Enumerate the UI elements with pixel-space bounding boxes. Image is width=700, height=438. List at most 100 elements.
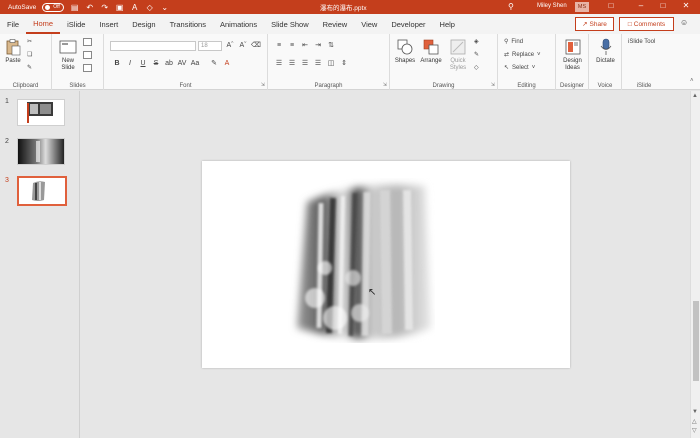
- tab-islide[interactable]: iSlide: [60, 14, 92, 34]
- ribbon-display-icon[interactable]: □: [604, 1, 618, 10]
- tab-developer[interactable]: Developer: [384, 14, 432, 34]
- paragraph-dialog-launcher-icon[interactable]: ⇲: [383, 82, 387, 88]
- maximize-icon[interactable]: □: [656, 1, 670, 10]
- increase-indent-icon[interactable]: ⇥: [313, 41, 323, 49]
- decrease-font-icon[interactable]: Aˇ: [238, 42, 248, 49]
- feedback-icon[interactable]: ☺: [680, 18, 688, 27]
- collapse-ribbon-icon[interactable]: ˄: [690, 78, 694, 84]
- waterfall-image[interactable]: [285, 178, 435, 343]
- scrollbar-thumb[interactable]: [693, 301, 699, 381]
- shadow-button[interactable]: ab: [164, 60, 174, 67]
- underline-button[interactable]: U: [138, 60, 148, 67]
- shape-effects-button[interactable]: ◇: [474, 64, 479, 71]
- text-direction-icon[interactable]: ⇕: [339, 59, 349, 67]
- redo-icon[interactable]: ↷: [100, 3, 109, 12]
- previous-slide-icon[interactable]: △: [692, 418, 697, 425]
- scroll-up-icon[interactable]: ▲: [692, 93, 698, 99]
- tab-help[interactable]: Help: [433, 14, 462, 34]
- font-name-combo[interactable]: [110, 41, 196, 51]
- drawing-dialog-launcher-icon[interactable]: ⇲: [491, 82, 495, 88]
- line-spacing-icon[interactable]: ⇅: [326, 41, 336, 49]
- tab-transitions[interactable]: Transitions: [163, 14, 213, 34]
- shape-fill-button[interactable]: ◈: [474, 38, 479, 45]
- drawing-group: Shapes Arrange Quick Styles ◈ ✎ ◇ Drawin…: [390, 34, 498, 90]
- find-button[interactable]: ⚲ Find: [504, 38, 523, 46]
- replace-button[interactable]: ⇄ Replace ˅: [504, 51, 541, 59]
- scroll-down-icon[interactable]: ▼: [692, 409, 698, 415]
- slide-thumbnail-1[interactable]: [17, 99, 65, 126]
- minimize-icon[interactable]: –: [634, 1, 648, 10]
- italic-button[interactable]: I: [125, 60, 135, 67]
- paste-button[interactable]: Paste: [3, 38, 23, 65]
- tab-home[interactable]: Home: [26, 14, 61, 34]
- user-name[interactable]: Miley Shen: [537, 3, 567, 9]
- close-icon[interactable]: ✕: [679, 1, 693, 10]
- justify-icon[interactable]: ☰: [313, 59, 323, 67]
- tab-review[interactable]: Review: [316, 14, 355, 34]
- save-icon[interactable]: ▤: [70, 3, 79, 12]
- tab-insert[interactable]: Insert: [92, 14, 125, 34]
- vertical-scrollbar[interactable]: ▲ ▼ △ ▽: [690, 91, 700, 438]
- change-case-button[interactable]: Aa: [190, 60, 200, 67]
- decrease-indent-icon[interactable]: ⇤: [300, 41, 310, 49]
- numbering-icon[interactable]: ≡: [287, 42, 297, 49]
- select-button[interactable]: ↖ Select ˅: [504, 64, 536, 72]
- format-painter-button[interactable]: ✎: [27, 64, 32, 71]
- section-button[interactable]: [83, 64, 92, 72]
- effects-icon: ◇: [474, 65, 479, 71]
- reset-button[interactable]: [83, 51, 92, 59]
- layout-button[interactable]: [83, 38, 92, 46]
- columns-icon[interactable]: ◫: [326, 59, 336, 67]
- find-icon: ⚲: [504, 39, 509, 45]
- align-left-icon[interactable]: ☰: [274, 59, 284, 67]
- comments-button[interactable]: □ Comments: [619, 17, 674, 31]
- present-icon[interactable]: ▣: [115, 3, 124, 12]
- fill-icon: ◈: [474, 39, 479, 45]
- tab-file[interactable]: File: [0, 14, 26, 34]
- quick-styles-button[interactable]: Quick Styles: [445, 38, 471, 72]
- align-right-icon[interactable]: ☰: [300, 59, 310, 67]
- new-slide-button[interactable]: New Slide: [56, 38, 80, 72]
- font-size-combo[interactable]: 18: [198, 41, 222, 51]
- paste-label: Paste: [5, 58, 21, 64]
- highlight-icon[interactable]: ✎: [209, 59, 219, 67]
- dictate-button[interactable]: Dictate: [592, 38, 619, 65]
- cut-button[interactable]: ✂: [27, 38, 32, 45]
- copy-button[interactable]: ❏: [27, 51, 32, 58]
- clear-format-icon[interactable]: ⌫: [251, 41, 261, 49]
- font-dialog-launcher-icon[interactable]: ⇲: [261, 82, 265, 88]
- increase-font-icon[interactable]: Aˆ: [225, 42, 235, 49]
- search-icon[interactable]: ⚲: [508, 2, 514, 11]
- outline-icon: ✎: [474, 52, 480, 58]
- font-color-button[interactable]: A: [222, 60, 232, 67]
- slide-thumbnail-2[interactable]: [17, 138, 65, 165]
- select-label: Select: [512, 64, 529, 71]
- bullets-icon[interactable]: ≡: [274, 42, 284, 49]
- tab-design[interactable]: Design: [125, 14, 162, 34]
- avatar[interactable]: MS: [575, 2, 589, 12]
- arrange-button[interactable]: Arrange: [418, 38, 444, 65]
- font-color-icon[interactable]: A: [130, 3, 139, 12]
- align-center-icon[interactable]: ☰: [287, 59, 297, 67]
- design-ideas-button[interactable]: Design Ideas: [559, 38, 586, 72]
- bold-button[interactable]: B: [112, 60, 122, 67]
- next-slide-icon[interactable]: ▽: [692, 427, 697, 434]
- islide-tool-button[interactable]: iSlide Tool: [628, 39, 655, 45]
- slide-thumbnail-3[interactable]: [17, 176, 67, 206]
- chevron-down-icon: ˅: [531, 64, 536, 71]
- tab-slide-show[interactable]: Slide Show: [264, 14, 316, 34]
- ribbon-tabs: File Home iSlide Insert Design Transitio…: [0, 14, 700, 34]
- tab-animations[interactable]: Animations: [213, 14, 264, 34]
- customize-quick-access-icon[interactable]: ⌄: [160, 3, 169, 12]
- ribbon: Paste ✂ ❏ ✎ Clipboard New Slide Slides 1…: [0, 34, 700, 90]
- share-button[interactable]: ↗ Share: [575, 17, 614, 31]
- shapes-button[interactable]: Shapes: [393, 38, 417, 65]
- shapes-quick-icon[interactable]: ◇: [145, 3, 154, 12]
- shape-outline-button[interactable]: ✎: [474, 51, 479, 58]
- designer-group: Design Ideas Designer: [556, 34, 589, 90]
- undo-icon[interactable]: ↶: [85, 3, 94, 12]
- strikethrough-button[interactable]: S: [151, 60, 161, 67]
- char-spacing-button[interactable]: AV: [177, 60, 187, 67]
- autosave-toggle[interactable]: Off: [42, 2, 65, 12]
- tab-view[interactable]: View: [354, 14, 384, 34]
